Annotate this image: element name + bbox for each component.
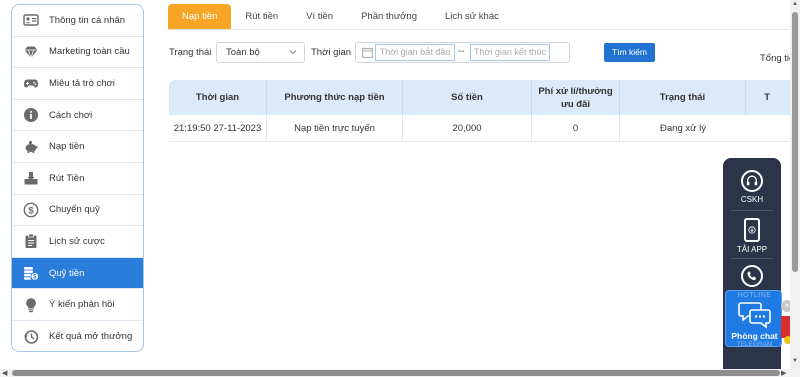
tab-other-history[interactable]: Lịch sử khác bbox=[431, 4, 513, 29]
chat-room-label: Phòng chat bbox=[731, 331, 778, 341]
sidebar-item-game-description[interactable]: Miêu tả trò chơi bbox=[12, 68, 143, 100]
sidebar-item-lottery-results[interactable]: Kết quả mở thưởng bbox=[12, 321, 143, 351]
history-icon bbox=[22, 328, 40, 346]
table-header: Thời gian Phương thức nạp tiền Số tiền P… bbox=[169, 80, 800, 115]
piggy-bank-icon bbox=[22, 138, 40, 156]
sidebar-item-fund[interactable]: $ Quỹ tiền bbox=[12, 257, 143, 290]
sidebar-item-profile[interactable]: Thông tin cá nhân bbox=[12, 5, 143, 37]
cell-amount: 20,000 bbox=[403, 115, 532, 142]
search-button[interactable]: Tìm kiếm bbox=[604, 43, 655, 62]
cskh-button[interactable]: CSKH bbox=[723, 170, 781, 204]
cskh-label: CSKH bbox=[740, 195, 764, 204]
horizontal-scrollbar[interactable]: ◀ ▶ bbox=[0, 369, 800, 377]
diamond-icon bbox=[22, 43, 40, 61]
dollar-circle-icon: $ bbox=[22, 201, 40, 219]
download-app-button[interactable]: TẢI APP bbox=[723, 218, 781, 254]
calendar-icon bbox=[362, 47, 373, 58]
cell-fee: 0 bbox=[532, 115, 620, 142]
date-range-picker[interactable]: Thời gian bắt đầu -- Thời gian kết thúc bbox=[355, 42, 570, 63]
start-date-input[interactable]: Thời gian bắt đầu bbox=[375, 44, 455, 61]
coins-icon: $ bbox=[22, 264, 40, 282]
sidebar-item-label: Thông tin cá nhân bbox=[49, 14, 126, 26]
phone-download-icon bbox=[744, 218, 760, 242]
horizontal-scroll-thumb[interactable] bbox=[12, 370, 780, 376]
status-select-value: Toàn bộ bbox=[226, 47, 260, 58]
status-select[interactable]: Toàn bộ bbox=[216, 42, 305, 63]
vertical-scrollbar[interactable]: ▲ ▼ bbox=[790, 0, 800, 369]
sidebar-item-transfer[interactable]: $ Chuyển quỹ bbox=[12, 195, 143, 227]
end-date-input[interactable]: Thời gian kết thúc bbox=[470, 44, 550, 61]
divider bbox=[731, 258, 773, 259]
fund-history-page: Thông tin cá nhân Marketing toàn cầu Miê… bbox=[0, 0, 800, 377]
sidebar-item-label: Quỹ tiền bbox=[49, 267, 85, 279]
cell-method: Nạp tiền trực tuyến bbox=[267, 115, 403, 142]
sidebar-item-label: Miêu tả trò chơi bbox=[49, 77, 115, 89]
headset-icon bbox=[741, 170, 763, 192]
clipboard-icon bbox=[22, 232, 40, 250]
sidebar-item-label: Cách chơi bbox=[49, 109, 93, 121]
scroll-left-arrow-icon[interactable]: ◀ bbox=[2, 369, 7, 377]
sidebar-item-label: Lịch sử cược bbox=[49, 235, 105, 247]
scroll-right-arrow-icon[interactable]: ▶ bbox=[781, 369, 786, 377]
sidebar-item-feedback[interactable]: Ý kiến phản hồi bbox=[12, 289, 143, 321]
chat-bubbles-icon bbox=[738, 299, 772, 329]
tab-wallet[interactable]: Ví tiền bbox=[292, 4, 347, 29]
cell-status: Đang xử lý bbox=[660, 123, 706, 134]
info-icon bbox=[22, 106, 40, 124]
hotline-button[interactable] bbox=[723, 265, 781, 290]
sidebar-item-label: Rút Tiền bbox=[49, 172, 85, 184]
telegram-label: TELEGRAM bbox=[736, 341, 773, 348]
column-header-status: Trạng thái bbox=[620, 80, 746, 115]
chevron-down-icon bbox=[288, 46, 298, 58]
sidebar-item-bet-history[interactable]: Lịch sử cược bbox=[12, 226, 143, 258]
sidebar-item-deposit[interactable]: Nạp tiền bbox=[12, 131, 143, 163]
sidebar-item-label: Ý kiến phản hồi bbox=[49, 299, 115, 311]
divider bbox=[731, 210, 773, 211]
column-header-amount: Số tiền bbox=[403, 80, 532, 115]
date-separator: -- bbox=[458, 46, 465, 57]
tab-bar: Nạp tiền Rút tiền Ví tiền Phần thưởng Lị… bbox=[168, 4, 790, 30]
vertical-scroll-thumb[interactable] bbox=[792, 12, 798, 272]
scroll-down-arrow-icon[interactable]: ▼ bbox=[790, 358, 800, 366]
withdraw-icon bbox=[22, 169, 40, 187]
sidebar-item-label: Marketing toàn cầu bbox=[49, 46, 130, 58]
time-filter-label: Thời gian bbox=[311, 47, 352, 58]
scroll-up-arrow-icon[interactable]: ▲ bbox=[790, 1, 800, 9]
sidebar-item-label: Chuyển quỹ bbox=[49, 204, 100, 216]
sidebar-item-how-to-play[interactable]: Cách chơi bbox=[12, 100, 143, 132]
sidebar-item-marketing[interactable]: Marketing toàn cầu bbox=[12, 37, 143, 69]
sidebar: Thông tin cá nhân Marketing toàn cầu Miê… bbox=[11, 4, 144, 352]
tab-withdraw[interactable]: Rút tiền bbox=[231, 4, 292, 29]
hotline-label: HOTLINE bbox=[737, 292, 772, 299]
phone-icon bbox=[741, 265, 763, 287]
table-row: 21:19:50 27-11-2023 Nạp tiền trực tuyến … bbox=[169, 115, 800, 142]
id-card-icon bbox=[22, 11, 40, 29]
gamepad-icon bbox=[22, 74, 40, 92]
sidebar-item-label: Kết quả mở thưởng bbox=[49, 331, 133, 343]
status-filter-label: Trạng thái bbox=[169, 47, 212, 58]
svg-text:$: $ bbox=[28, 205, 34, 216]
lightbulb-icon bbox=[22, 296, 40, 314]
column-header-method: Phương thức nạp tiền bbox=[267, 80, 403, 115]
tab-rewards[interactable]: Phần thưởng bbox=[347, 4, 431, 29]
download-app-label: TẢI APP bbox=[736, 245, 768, 254]
cell-time: 21:19:50 27-11-2023 bbox=[169, 115, 267, 142]
filter-bar: Trạng thái Toàn bộ Thời gian Thời gian b… bbox=[169, 42, 800, 64]
column-header-time: Thời gian bbox=[169, 80, 267, 115]
chat-room-button[interactable]: HOTLINE Phòng chat TELEGRAM bbox=[725, 290, 782, 348]
sidebar-item-label: Nạp tiền bbox=[49, 141, 85, 153]
sidebar-item-withdraw[interactable]: Rút Tiền bbox=[12, 163, 143, 195]
column-header-fee: Phí xử lí/thưởng ưu đãi bbox=[532, 80, 620, 115]
tab-deposit[interactable]: Nạp tiền bbox=[168, 4, 232, 29]
